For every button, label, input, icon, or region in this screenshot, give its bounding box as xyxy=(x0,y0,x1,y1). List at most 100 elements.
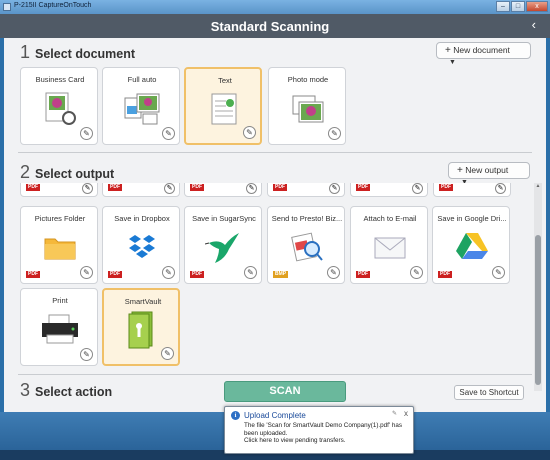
pdf-badge: PDF xyxy=(190,271,204,278)
pdf-badge: PDF xyxy=(438,271,452,278)
notification-link[interactable]: Click here to view pending transfers. xyxy=(244,437,412,445)
pdf-badge: PDF xyxy=(108,184,122,191)
edit-pencil-icon[interactable]: ✎ xyxy=(246,183,257,194)
edit-pencil-icon[interactable]: ✎ xyxy=(80,266,93,279)
edit-pencil-icon[interactable]: ✎ xyxy=(329,183,340,194)
scan-button[interactable]: SCAN xyxy=(224,381,346,402)
section-label: Select output xyxy=(35,167,115,181)
tile-label: Text xyxy=(218,76,232,85)
tile-label: Send to Presto! Biz... xyxy=(271,214,343,223)
edit-pencil-icon[interactable]: ✎ xyxy=(495,183,506,194)
edit-pencil-icon[interactable]: ✎ xyxy=(82,183,93,194)
edit-pencil-icon[interactable]: ✎ xyxy=(164,183,175,194)
plus-icon: + xyxy=(445,45,451,56)
main-panel: 1 Select document + New document ▼ Busine… xyxy=(4,38,546,412)
edit-pencil-icon[interactable]: ✎ xyxy=(161,347,174,360)
edit-pencil-icon[interactable]: ✎ xyxy=(244,266,257,279)
pin-icon[interactable]: ✎ xyxy=(392,410,397,417)
output-tile-pictures-folder[interactable]: Pictures Folder PDF ✎ xyxy=(20,206,98,284)
section-divider xyxy=(18,152,532,153)
edit-pencil-icon[interactable]: ✎ xyxy=(492,266,505,279)
scroll-up-arrow-icon[interactable]: ▲ xyxy=(534,183,542,189)
doc-tile-business-card[interactable]: Business Card ✎ xyxy=(20,67,98,145)
plus-icon: + xyxy=(457,165,463,176)
pdf-badge: PDF xyxy=(26,184,40,191)
tile-label: Pictures Folder xyxy=(34,214,86,223)
edit-pencil-icon[interactable]: ✎ xyxy=(162,127,175,140)
envelope-icon xyxy=(374,237,406,259)
presto-biz-icon xyxy=(291,232,323,262)
output-tile-dropbox[interactable]: Save in Dropbox PDF ✎ xyxy=(102,206,180,284)
output-tile-email[interactable]: Attach to E-mail PDF ✎ xyxy=(350,206,428,284)
section-label: Select action xyxy=(35,385,113,399)
window-title: P-215II CaptureOnTouch xyxy=(14,2,92,9)
section-divider xyxy=(18,374,532,375)
output-tile-smartvault[interactable]: SmartVault ✎ xyxy=(102,288,180,366)
notification-close-button[interactable]: x xyxy=(404,409,408,418)
section-label: Select document xyxy=(35,47,136,61)
notification-body: The file 'Scan for SmartVault Demo Compa… xyxy=(244,422,412,445)
edit-pencil-icon[interactable]: ✎ xyxy=(80,348,93,361)
text-document-icon xyxy=(211,93,237,125)
output-tile-partial[interactable]: PDF ✎ xyxy=(350,183,428,197)
folder-icon xyxy=(44,238,76,260)
section-number: 2 xyxy=(20,162,31,182)
new-document-button[interactable]: + New document ▼ xyxy=(436,42,531,66)
business-card-icon xyxy=(45,92,76,125)
output-tile-partial[interactable]: PDF ✎ xyxy=(20,183,98,197)
window-titlebar: P-215II CaptureOnTouch – □ x xyxy=(0,0,550,14)
pdf-badge: PDF xyxy=(356,184,370,191)
photo-icon xyxy=(292,95,324,123)
edit-pencil-icon[interactable]: ✎ xyxy=(327,266,340,279)
tile-label: SmartVault xyxy=(124,297,162,306)
new-output-label: New output xyxy=(465,165,509,175)
google-drive-icon xyxy=(456,233,488,259)
output-tile-partial[interactable]: PDF ✎ xyxy=(267,183,345,197)
new-output-button[interactable]: + New output ▼ xyxy=(448,162,530,186)
tile-label: Save in Google Dri... xyxy=(437,214,507,223)
section-select-output: 2 Select output xyxy=(20,162,114,183)
doc-tile-full-auto[interactable]: Full auto ✎ xyxy=(102,67,180,145)
maximize-button[interactable]: □ xyxy=(511,1,525,12)
edit-pencil-icon[interactable]: ✎ xyxy=(80,127,93,140)
close-button[interactable]: x xyxy=(526,1,548,12)
doc-tile-photo-mode[interactable]: Photo mode ✎ xyxy=(268,67,346,145)
section-number: 3 xyxy=(20,380,31,400)
output-tile-partial[interactable]: PDF ✎ xyxy=(102,183,180,197)
info-icon: i xyxy=(231,411,240,420)
edit-pencil-icon[interactable]: ✎ xyxy=(410,266,423,279)
edit-pencil-icon[interactable]: ✎ xyxy=(412,183,423,194)
output-scrollbar[interactable]: ▲ xyxy=(534,183,542,391)
app-header: Standard Scanning ‹ xyxy=(0,14,550,38)
doc-tile-text[interactable]: Text ✎ xyxy=(184,67,262,145)
save-to-shortcut-button[interactable]: Save to Shortcut xyxy=(454,385,524,400)
printer-icon xyxy=(42,314,78,344)
section-select-document: 1 Select document xyxy=(20,42,135,63)
output-tile-presto-biz[interactable]: Send to Presto! Biz... BMP ✎ xyxy=(267,206,345,284)
notification-title: Upload Complete xyxy=(244,411,306,420)
tile-label: Full auto xyxy=(127,75,157,84)
edit-pencil-icon[interactable]: ✎ xyxy=(243,126,256,139)
output-tile-sugarsync[interactable]: Save in SugarSync PDF ✎ xyxy=(184,206,262,284)
pdf-badge: PDF xyxy=(108,271,122,278)
collapse-chevron-icon[interactable]: ‹ xyxy=(532,17,536,32)
scrollbar-thumb[interactable] xyxy=(535,235,541,385)
upload-notification[interactable]: i Upload Complete ✎ x The file 'Scan for… xyxy=(224,406,414,454)
output-tile-partial[interactable]: PDF ✎ xyxy=(433,183,511,197)
pdf-badge: PDF xyxy=(439,184,453,191)
output-tile-partial[interactable]: PDF ✎ xyxy=(184,183,262,197)
minimize-button[interactable]: – xyxy=(496,1,510,12)
hummingbird-icon xyxy=(205,233,239,263)
new-document-label: New document xyxy=(453,45,510,55)
section-select-action: 3 Select action xyxy=(20,380,112,401)
edit-pencil-icon[interactable]: ✎ xyxy=(162,266,175,279)
pdf-badge: PDF xyxy=(190,184,204,191)
output-tile-google-drive[interactable]: Save in Google Dri... PDF ✎ xyxy=(432,206,510,284)
app-icon xyxy=(3,3,11,11)
tile-label: Save in Dropbox xyxy=(114,214,170,223)
full-auto-icon xyxy=(124,93,160,125)
output-tile-print[interactable]: Print ✎ xyxy=(20,288,98,366)
tile-label: Business Card xyxy=(35,75,85,84)
pdf-badge: PDF xyxy=(26,271,40,278)
edit-pencil-icon[interactable]: ✎ xyxy=(328,127,341,140)
